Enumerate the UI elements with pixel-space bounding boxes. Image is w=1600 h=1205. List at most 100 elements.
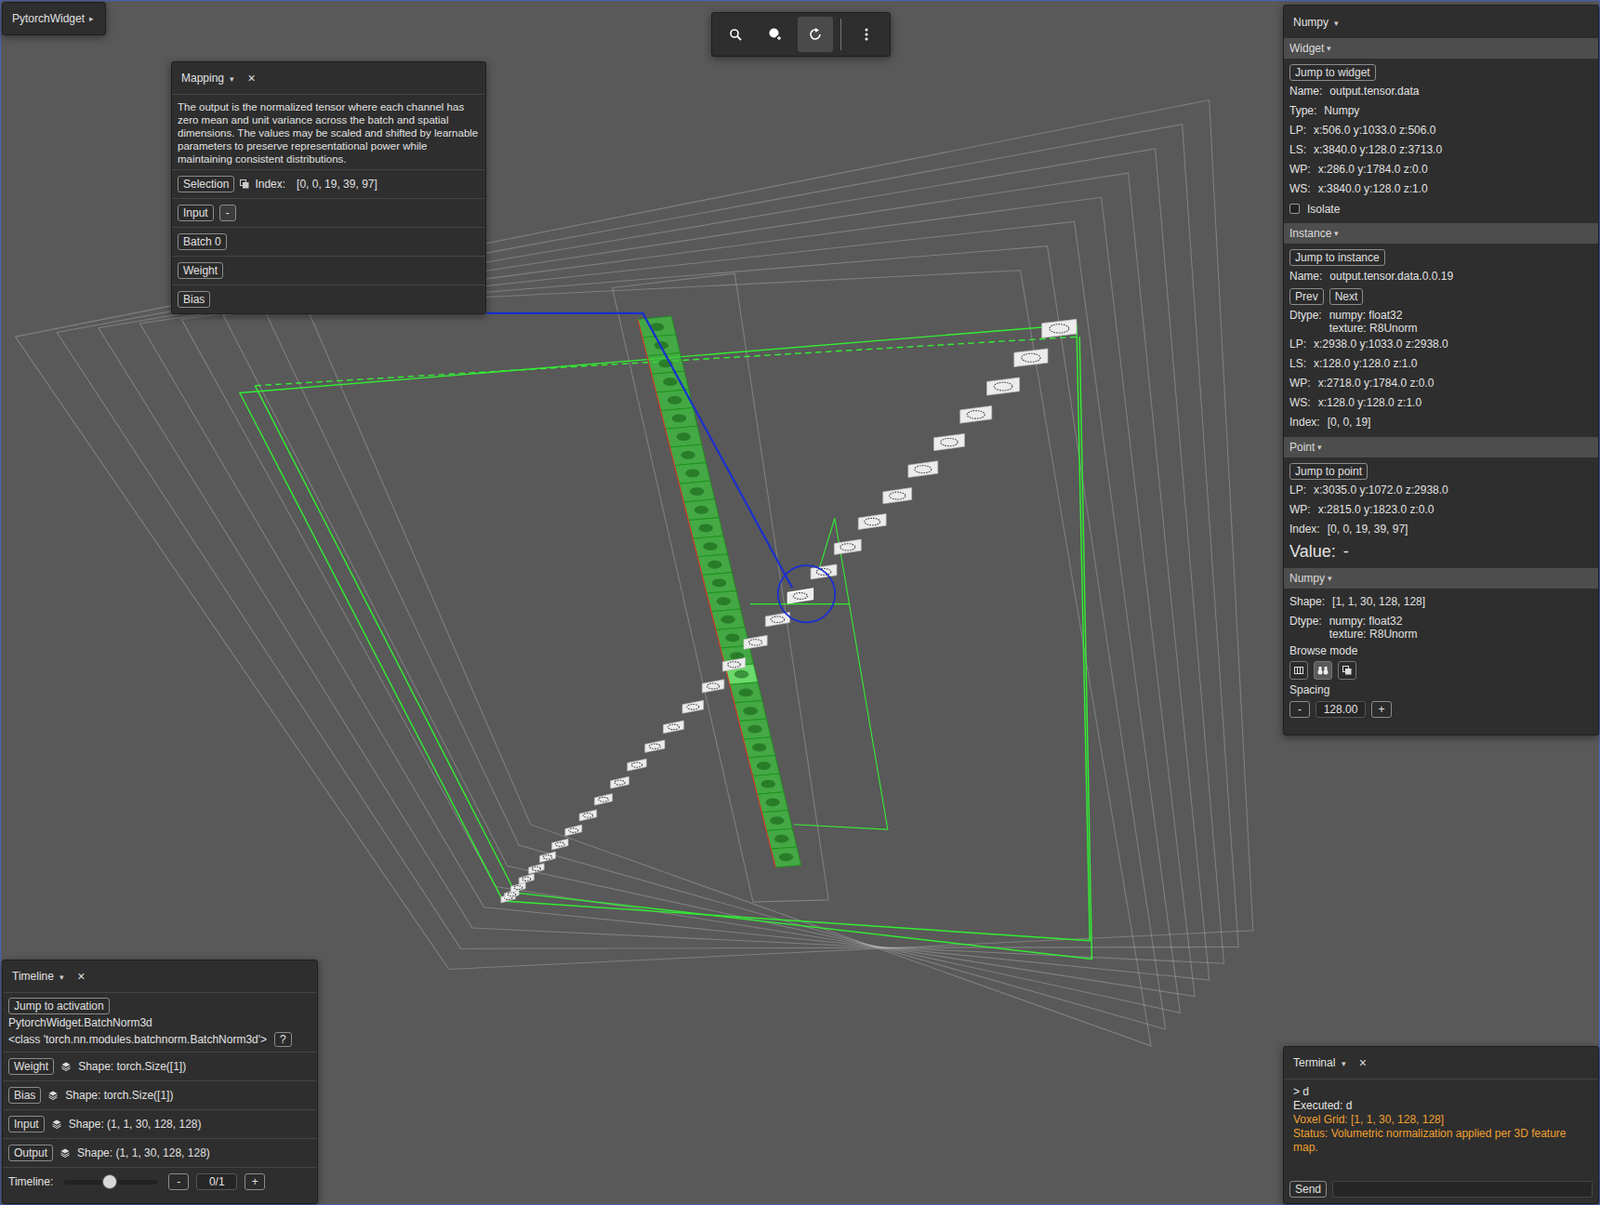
jump-button[interactable]: Jump to widget [1289, 64, 1376, 81]
mapping-row-button[interactable]: Weight [177, 262, 224, 279]
voxel-cube[interactable] [752, 773, 784, 794]
slice[interactable] [579, 809, 597, 821]
increment-button[interactable]: + [244, 1173, 265, 1191]
slice[interactable] [594, 793, 612, 806]
nav-button[interactable]: Next [1329, 288, 1364, 305]
slice-stack[interactable] [501, 318, 1077, 903]
tensor-button[interactable]: Output [8, 1144, 53, 1162]
command-input[interactable] [1332, 1180, 1593, 1198]
mapping-row-button[interactable]: Bias [177, 290, 211, 308]
slice[interactable] [627, 758, 647, 771]
voxel-cube[interactable] [701, 572, 737, 594]
slice[interactable] [540, 851, 556, 863]
voxel-cube[interactable] [661, 408, 698, 430]
collapse-button[interactable]: - [219, 204, 237, 222]
close-button[interactable]: × [247, 70, 255, 86]
voxel-cube[interactable] [697, 554, 732, 575]
voxel-cube[interactable] [683, 499, 719, 521]
timeline-panel[interactable]: Timeline ▾×Jump to activationPytorchWidg… [1, 959, 318, 1204]
tensor-button[interactable]: Input [8, 1115, 45, 1133]
voxel-cube[interactable] [743, 737, 776, 758]
slice[interactable] [682, 700, 704, 714]
slice[interactable] [787, 588, 813, 604]
voxel-cube[interactable] [692, 535, 728, 556]
mapping-row-button[interactable]: Input [177, 204, 214, 222]
slice[interactable] [518, 873, 534, 885]
checkbox-row[interactable]: Isolate [1289, 198, 1593, 219]
voxel-cube[interactable] [678, 480, 715, 503]
close-button[interactable]: × [77, 968, 85, 984]
voxel-cube[interactable] [670, 444, 707, 466]
mapping-row-button[interactable]: Batch 0 [177, 233, 227, 251]
voxel-cube[interactable] [637, 316, 676, 338]
voxel-cube[interactable] [674, 462, 711, 485]
section-header[interactable]: Point ▾ [1283, 436, 1599, 458]
inspector-header[interactable]: Numpy ▾ [1283, 5, 1599, 39]
section-header[interactable]: Widget ▾ [1283, 38, 1599, 59]
zoom-tool[interactable] [757, 16, 794, 53]
app-menu-button[interactable]: PytorchWidget▸ [1, 1, 106, 36]
voxel-cube[interactable] [687, 517, 724, 540]
section-header[interactable]: Numpy ▾ [1283, 568, 1599, 589]
voxel-cube[interactable] [711, 608, 745, 630]
slice[interactable] [722, 657, 745, 672]
slice[interactable] [663, 720, 685, 734]
decrement-button[interactable]: - [1289, 700, 1310, 718]
slice[interactable] [552, 838, 569, 850]
increment-button[interactable]: + [1371, 700, 1392, 718]
spacing-field[interactable]: 128.00 [1315, 700, 1366, 718]
slice[interactable] [1014, 348, 1048, 368]
help-button[interactable]: ? [274, 1031, 292, 1047]
slice[interactable] [833, 539, 861, 556]
slice[interactable] [908, 461, 939, 478]
rotate-tool[interactable] [797, 16, 834, 53]
slice[interactable] [528, 863, 544, 874]
selection-button[interactable]: Selection [177, 175, 235, 193]
jump-button[interactable]: Jump to point [1289, 462, 1368, 480]
voxel-cube[interactable] [770, 846, 801, 868]
voxel-cube[interactable] [761, 810, 793, 832]
slice[interactable] [743, 634, 767, 649]
voxel-cube[interactable] [706, 590, 741, 611]
voxel-cube[interactable] [739, 718, 771, 740]
slice[interactable] [510, 882, 526, 893]
mapping-title[interactable]: Mapping ▾ [181, 71, 235, 85]
slider-knob[interactable] [102, 1174, 118, 1190]
voxel-cube[interactable] [656, 389, 694, 411]
voxel-cube[interactable] [766, 828, 797, 849]
voxel-cube[interactable] [748, 754, 781, 776]
send-button[interactable]: Send [1289, 1180, 1327, 1198]
decrement-button[interactable]: - [168, 1173, 189, 1191]
terminal-title[interactable]: Terminal ▾ [1293, 1056, 1347, 1070]
jump-button[interactable]: Jump to instance [1289, 249, 1386, 266]
voxel-column[interactable] [637, 316, 802, 868]
inspector-panel[interactable]: Numpy ▾Widget ▾Jump to widgetName:output… [1282, 4, 1600, 736]
browse-mode-button[interactable] [1313, 661, 1333, 680]
more-tool[interactable] [848, 16, 885, 53]
close-button[interactable]: × [1359, 1055, 1367, 1071]
slice[interactable] [960, 406, 992, 424]
slice[interactable] [565, 824, 582, 836]
nav-button[interactable]: Prev [1289, 288, 1324, 305]
browse-mode-button[interactable] [1337, 661, 1357, 680]
copy-icon[interactable] [239, 179, 250, 189]
mapping-panel[interactable]: Mapping ▾×The output is the normalized t… [171, 61, 487, 315]
voxel-cube[interactable] [665, 425, 702, 448]
tensor-button[interactable]: Bias [8, 1086, 41, 1104]
timeline-step-field[interactable]: 0/1 [196, 1173, 238, 1191]
slice[interactable] [1042, 318, 1077, 338]
slice[interactable] [645, 740, 665, 753]
jump-to-activation-button[interactable]: Jump to activation [8, 997, 110, 1015]
browse-mode-button[interactable] [1289, 661, 1309, 680]
voxel-cube[interactable] [756, 792, 788, 813]
slice[interactable] [934, 433, 966, 450]
tensor-button[interactable]: Weight [8, 1057, 54, 1075]
slice[interactable] [701, 679, 725, 693]
timeline-slider[interactable] [64, 1179, 158, 1185]
search-tool[interactable] [717, 16, 754, 53]
section-header[interactable]: Instance ▾ [1283, 223, 1599, 244]
slice[interactable] [986, 377, 1019, 396]
checkbox[interactable] [1289, 203, 1300, 214]
slice[interactable] [858, 514, 886, 530]
terminal-panel[interactable]: Terminal ▾×> dExecuted: dVoxel Grid: [1,… [1282, 1045, 1600, 1204]
